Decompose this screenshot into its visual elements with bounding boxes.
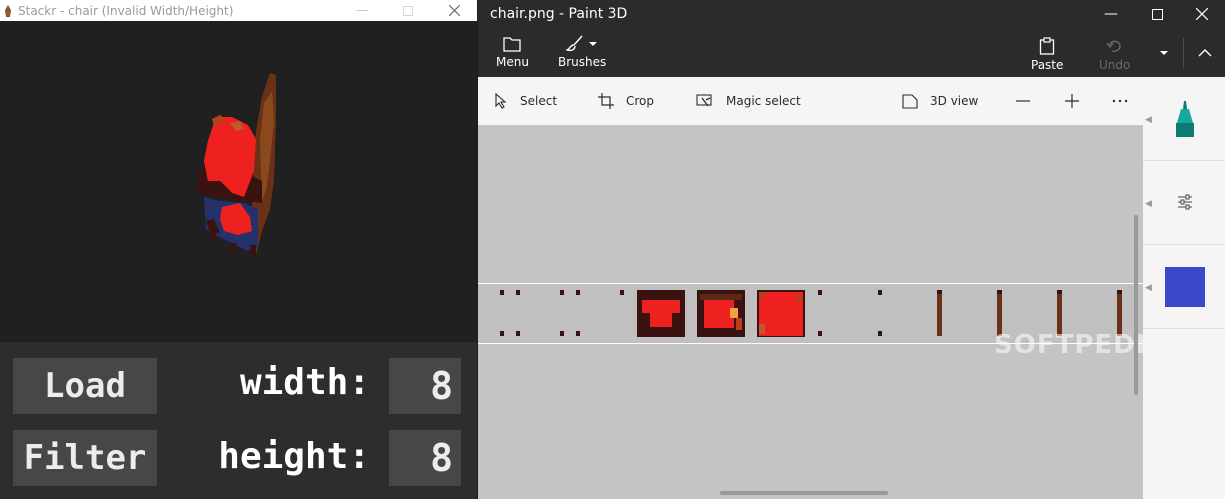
crop-icon <box>598 93 614 109</box>
close-button[interactable] <box>1179 0 1225 28</box>
width-input[interactable]: 8 <box>389 358 461 414</box>
more-options-button[interactable] <box>1112 77 1140 125</box>
horizontal-scrollbar[interactable] <box>720 491 888 495</box>
minus-icon <box>1016 100 1030 102</box>
expand-arrow-icon: ◀ <box>1145 283 1152 293</box>
maximize-button[interactable] <box>385 0 431 21</box>
close-button[interactable] <box>431 0 477 21</box>
zoom-out-button[interactable] <box>1015 77 1043 125</box>
color-section[interactable]: ◀ <box>1143 245 1225 329</box>
brush-settings-section[interactable]: ◀ <box>1143 161 1225 245</box>
stackr-window: Stackr - chair (Invalid Width/Height) — <box>0 0 477 499</box>
close-icon <box>448 5 460 16</box>
folder-icon <box>503 37 522 52</box>
ellipsis-icon <box>1112 99 1128 103</box>
load-button[interactable]: Load <box>13 358 157 414</box>
minimize-icon: — <box>1104 6 1118 22</box>
expand-arrow-icon: ◀ <box>1145 199 1152 209</box>
select-tool[interactable]: Select <box>494 77 557 125</box>
brush-section[interactable]: ◀ <box>1143 77 1225 161</box>
expand-arrow-icon: ◀ <box>1145 115 1152 125</box>
view-3d-label: 3D view <box>930 94 979 108</box>
more-history-button[interactable] <box>1151 38 1177 68</box>
maximize-icon <box>1151 8 1163 20</box>
select-label: Select <box>520 94 558 108</box>
brushes-label: Brushes <box>558 55 607 69</box>
watermark: SOFTPEDIA <box>994 330 1168 360</box>
paint-toolbar: Select Crop Magic select 3D view <box>478 77 1143 125</box>
magic-select-label: Magic select <box>726 94 801 108</box>
magic-select-icon <box>696 94 712 107</box>
marker-icon <box>1176 101 1194 137</box>
minimize-button[interactable]: — <box>339 0 385 21</box>
window-title: Stackr - chair (Invalid Width/Height) <box>18 3 234 18</box>
view-3d-button[interactable]: 3D view <box>902 77 978 125</box>
maximize-icon <box>403 5 413 16</box>
filter-button[interactable]: Filter <box>13 430 157 486</box>
width-label: width: <box>239 362 370 403</box>
height-label: height: <box>218 436 370 477</box>
crop-label: Crop <box>626 94 655 108</box>
collapse-ribbon-button[interactable] <box>1183 38 1225 68</box>
cube-icon <box>902 94 918 109</box>
paint-top-bar: chair.png - Paint 3D — Menu Brushes Past… <box>478 0 1225 77</box>
model-viewport[interactable] <box>0 21 477 342</box>
brush-icon <box>566 35 583 52</box>
paint3d-window: chair.png - Paint 3D — Menu Brushes Past… <box>478 0 1225 499</box>
current-color-swatch[interactable] <box>1165 267 1205 307</box>
menu-label: Menu <box>496 55 529 69</box>
paste-label: Paste <box>1031 58 1064 72</box>
cursor-icon <box>495 93 507 109</box>
paste-button[interactable]: Paste <box>1031 37 1063 72</box>
height-input[interactable]: 8 <box>389 430 461 486</box>
chair-model <box>198 73 276 255</box>
minimize-icon: — <box>355 3 369 18</box>
stackr-titlebar[interactable]: Stackr - chair (Invalid Width/Height) — <box>0 0 477 21</box>
undo-label: Undo <box>1099 58 1131 72</box>
clipboard-icon <box>1040 37 1055 55</box>
chevron-down-icon <box>1160 51 1168 55</box>
plus-icon <box>1065 94 1079 108</box>
right-panel: ◀ ◀ ◀ <box>1143 77 1225 499</box>
sliders-icon <box>1178 194 1192 210</box>
chevron-up-icon <box>1198 49 1211 57</box>
undo-icon <box>1106 40 1121 52</box>
zoom-in-button[interactable] <box>1064 77 1092 125</box>
crop-tool[interactable]: Crop <box>598 77 654 125</box>
magic-select-tool[interactable]: Magic select <box>696 77 801 125</box>
vertical-scrollbar[interactable] <box>1134 215 1138 395</box>
app-icon <box>5 4 11 17</box>
menu-button[interactable]: Menu <box>496 36 529 69</box>
minimize-button[interactable]: — <box>1088 0 1134 28</box>
window-title: chair.png - Paint 3D <box>490 6 628 22</box>
chevron-down-icon <box>589 41 598 46</box>
maximize-button[interactable] <box>1134 0 1180 28</box>
close-icon <box>1196 8 1208 20</box>
stackr-controls: Load Filter width: height: 8 8 <box>0 342 477 499</box>
undo-button[interactable]: Undo <box>1099 37 1130 72</box>
brushes-button[interactable]: Brushes <box>558 35 606 69</box>
canvas-area[interactable]: SOFTPEDIA <box>478 125 1167 499</box>
